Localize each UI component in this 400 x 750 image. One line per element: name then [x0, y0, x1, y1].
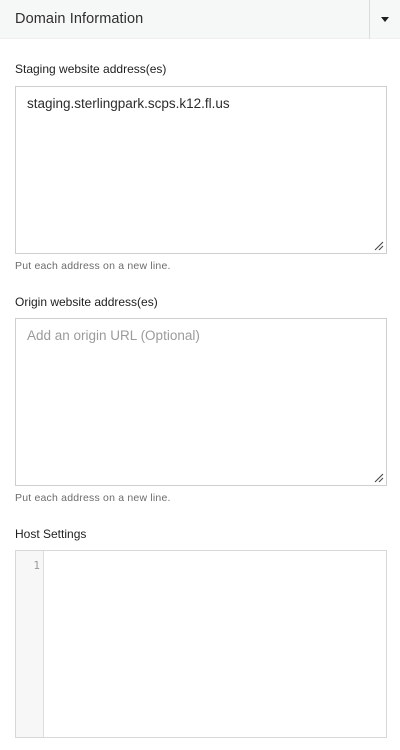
code-input-area[interactable]	[44, 551, 386, 737]
host-settings-editor[interactable]: 1	[15, 550, 387, 738]
caret-down-icon	[381, 16, 389, 22]
staging-value: staging.sterlingpark.scps.k12.fl.us	[27, 96, 230, 111]
resize-handle-icon[interactable]	[374, 473, 384, 483]
resize-handle-icon[interactable]	[374, 241, 384, 251]
origin-help-text: Put each address on a new line.	[15, 492, 171, 504]
staging-textarea[interactable]: staging.sterlingpark.scps.k12.fl.us	[15, 86, 387, 254]
staging-help-text: Put each address on a new line.	[15, 260, 171, 272]
panel-toggle-button[interactable]	[369, 0, 400, 39]
origin-label: Origin website address(es)	[15, 295, 158, 309]
staging-label: Staging website address(es)	[15, 62, 167, 76]
origin-placeholder: Add an origin URL (Optional)	[27, 328, 200, 343]
panel-title: Domain Information	[15, 11, 144, 27]
host-settings-label: Host Settings	[15, 527, 87, 541]
origin-textarea[interactable]: Add an origin URL (Optional)	[15, 318, 387, 486]
panel-header[interactable]: Domain Information	[0, 0, 400, 39]
line-number-gutter: 1	[16, 551, 44, 737]
line-number: 1	[33, 559, 40, 572]
